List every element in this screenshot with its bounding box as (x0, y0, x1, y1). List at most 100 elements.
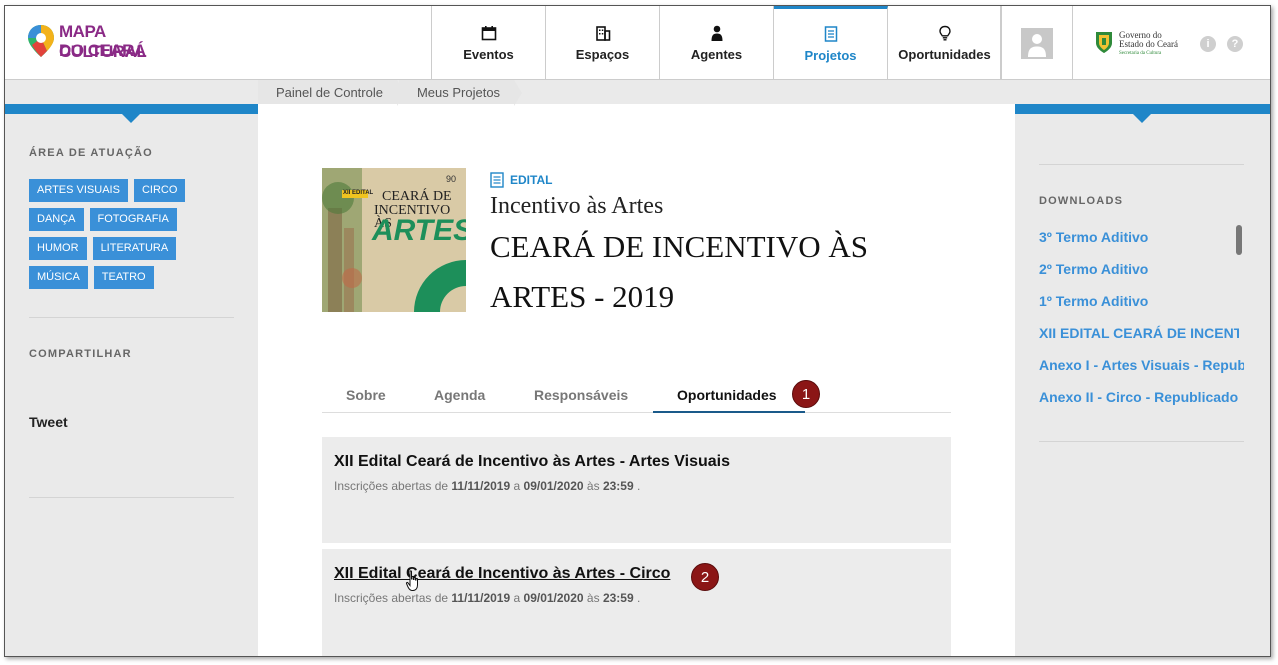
hand-cursor-icon (405, 570, 418, 591)
person-icon (711, 25, 722, 41)
map-pin-logo-icon (28, 25, 54, 57)
divider (29, 497, 234, 498)
tab-oportunidades[interactable]: Oportunidades (677, 387, 777, 403)
nav-oportunidades[interactable]: Oportunidades (888, 6, 1002, 80)
tag-literatura[interactable]: LITERATURA (92, 237, 177, 260)
divider (1039, 441, 1244, 442)
tag-fotografia[interactable]: FOTOGRAFIA (89, 208, 177, 231)
date-to: 09/01/2020 (523, 591, 584, 605)
info-to-word: a (513, 591, 521, 605)
download-link[interactable]: XII EDITAL CEARÁ DE INCENTIVO (1039, 325, 1239, 341)
project-main: XII EDITAL CEARÁ DE INCENTIVO ÀS ARTES 9… (258, 104, 1015, 656)
left-accent-arrow (122, 114, 140, 123)
download-link[interactable]: Anexo II - Circo - Republicado (1039, 389, 1244, 405)
government-logo: Governo do Estado do Ceará Secretaria da… (1095, 30, 1195, 58)
info-prefix: Inscrições abertas de (334, 479, 449, 493)
info-end: . (637, 479, 641, 493)
cover-edital-label: XII EDITAL (343, 190, 374, 196)
area-tags: ARTES VISUAIS CIRCO DANÇA FOTOGRAFIA HUMOR… (29, 179, 239, 295)
tab-sobre[interactable]: Sobre (346, 387, 386, 403)
date-from: 11/11/2019 (451, 591, 511, 605)
download-link[interactable]: Anexo I - Artes Visuais - Republicado (1039, 357, 1244, 373)
area-title: ÁREA DE ATUAÇÃO (29, 147, 153, 159)
step-badge-2: 2 (691, 563, 719, 591)
main-nav: Eventos Espaços Agentes Projetos Oportun… (431, 6, 1002, 80)
tag-humor[interactable]: HUMOR (29, 237, 87, 260)
tweet-button[interactable]: Tweet (29, 414, 68, 430)
document-icon (824, 26, 837, 42)
nav-agentes-label: Agentes (690, 46, 743, 62)
info-at-word: às (586, 591, 600, 605)
left-accent-bar (5, 104, 258, 114)
tag-artes-visuais[interactable]: ARTES VISUAIS (29, 179, 128, 202)
project-subtitle: Incentivo às Artes (490, 193, 664, 219)
nav-agentes[interactable]: Agentes (660, 6, 774, 80)
nav-espacos[interactable]: Espaços (546, 6, 660, 80)
gov-line3: Secretaria da Cultura (1119, 51, 1162, 56)
info-prefix: Inscrições abertas de (334, 591, 449, 605)
tab-agenda[interactable]: Agenda (434, 387, 485, 403)
divider (1039, 164, 1244, 165)
help-icon[interactable]: ? (1227, 36, 1243, 52)
date-to: 09/01/2020 (523, 479, 584, 493)
date-from: 11/11/2019 (451, 479, 511, 493)
opportunity-card[interactable]: XII Edital Ceará de Incentivo às Artes -… (322, 437, 951, 543)
download-link[interactable]: 1º Termo Aditivo (1039, 293, 1245, 309)
downloads-scrollbar[interactable] (1236, 225, 1242, 255)
step-badge-1: 1 (792, 380, 820, 408)
nav-eventos[interactable]: Eventos (432, 6, 546, 80)
project-cover-image: XII EDITAL CEARÁ DE INCENTIVO ÀS ARTES 9… (322, 168, 466, 312)
nav-oportunidades-label: Oportunidades (898, 46, 991, 62)
calendar-icon (481, 25, 496, 40)
project-tabs: Sobre Agenda Responsáveis Oportunidades (322, 382, 951, 413)
share-title: COMPARTILHAR (29, 348, 132, 360)
info-icon[interactable]: i (1200, 36, 1216, 52)
nav-projetos-label: Projetos (804, 48, 857, 63)
active-tab-indicator (653, 411, 805, 413)
browser-frame: MAPA CULTURAL DO CEARÁ Eventos Espaços A… (4, 5, 1271, 657)
breadcrumb-meus-projetos[interactable]: Meus Projetos (398, 80, 523, 106)
right-sidebar: DOWNLOADS 3º Termo Aditivo 2º Termo Adit… (1015, 114, 1270, 656)
logo-text-line2: DO CEARÁ (59, 41, 146, 60)
site-logo[interactable]: MAPA CULTURAL DO CEARÁ (27, 20, 177, 66)
divider (29, 317, 234, 318)
avatar[interactable] (1021, 28, 1053, 59)
download-link[interactable]: 2º Termo Aditivo (1039, 261, 1245, 277)
project-title: CEARÁ DE INCENTIVO ÀS ARTES - 2019 (490, 229, 869, 314)
breadcrumb-painel[interactable]: Painel de Controle (258, 80, 405, 106)
user-menu[interactable] (1000, 6, 1073, 80)
info-to-word: a (513, 479, 521, 493)
project-type-label: EDITAL (510, 173, 553, 187)
site-header: MAPA CULTURAL DO CEARÁ Eventos Espaços A… (5, 6, 1270, 80)
tag-danca[interactable]: DANÇA (29, 208, 84, 231)
opportunity-dates: Inscrições abertas de 11/11/2019 a 09/01… (334, 591, 640, 605)
document-icon (490, 172, 504, 188)
opportunity-card[interactable]: XII Edital Ceará de Incentivo às Artes -… (322, 549, 951, 656)
nav-eventos-label: Eventos (463, 46, 514, 62)
tag-circo[interactable]: CIRCO (133, 179, 186, 202)
downloads-title: DOWNLOADS (1039, 195, 1124, 207)
cover-line4: ARTES (372, 214, 466, 247)
right-accent-bar (1015, 104, 1270, 114)
nav-projetos[interactable]: Projetos (774, 6, 888, 80)
coat-of-arms-icon (1096, 32, 1112, 53)
tag-musica[interactable]: MÚSICA (29, 266, 88, 289)
info-at-word: às (586, 479, 600, 493)
tag-teatro[interactable]: TEATRO (93, 266, 154, 289)
time: 23:59 (602, 479, 634, 493)
cover-line2: CEARÁ DE (382, 189, 452, 204)
gov-line2: Estado do Ceará (1119, 39, 1178, 49)
user-silhouette-icon (1028, 34, 1046, 57)
opportunity-title[interactable]: XII Edital Ceará de Incentivo às Artes -… (334, 453, 730, 471)
opportunity-dates: Inscrições abertas de 11/11/2019 a 09/01… (334, 479, 640, 493)
opportunity-title-link[interactable]: XII Edital Ceará de Incentivo às Artes -… (334, 565, 670, 583)
info-end: . (637, 591, 641, 605)
tab-responsaveis[interactable]: Responsáveis (534, 387, 628, 403)
government-text: Governo do Estado do Ceará Secretaria da… (1119, 31, 1178, 58)
download-link[interactable]: 3º Termo Aditivo (1039, 229, 1245, 245)
nav-espacos-label: Espaços (575, 46, 630, 62)
cover-number: 90 (446, 174, 457, 184)
project-type: EDITAL (490, 172, 552, 188)
time: 23:59 (602, 591, 634, 605)
building-icon (595, 25, 610, 41)
